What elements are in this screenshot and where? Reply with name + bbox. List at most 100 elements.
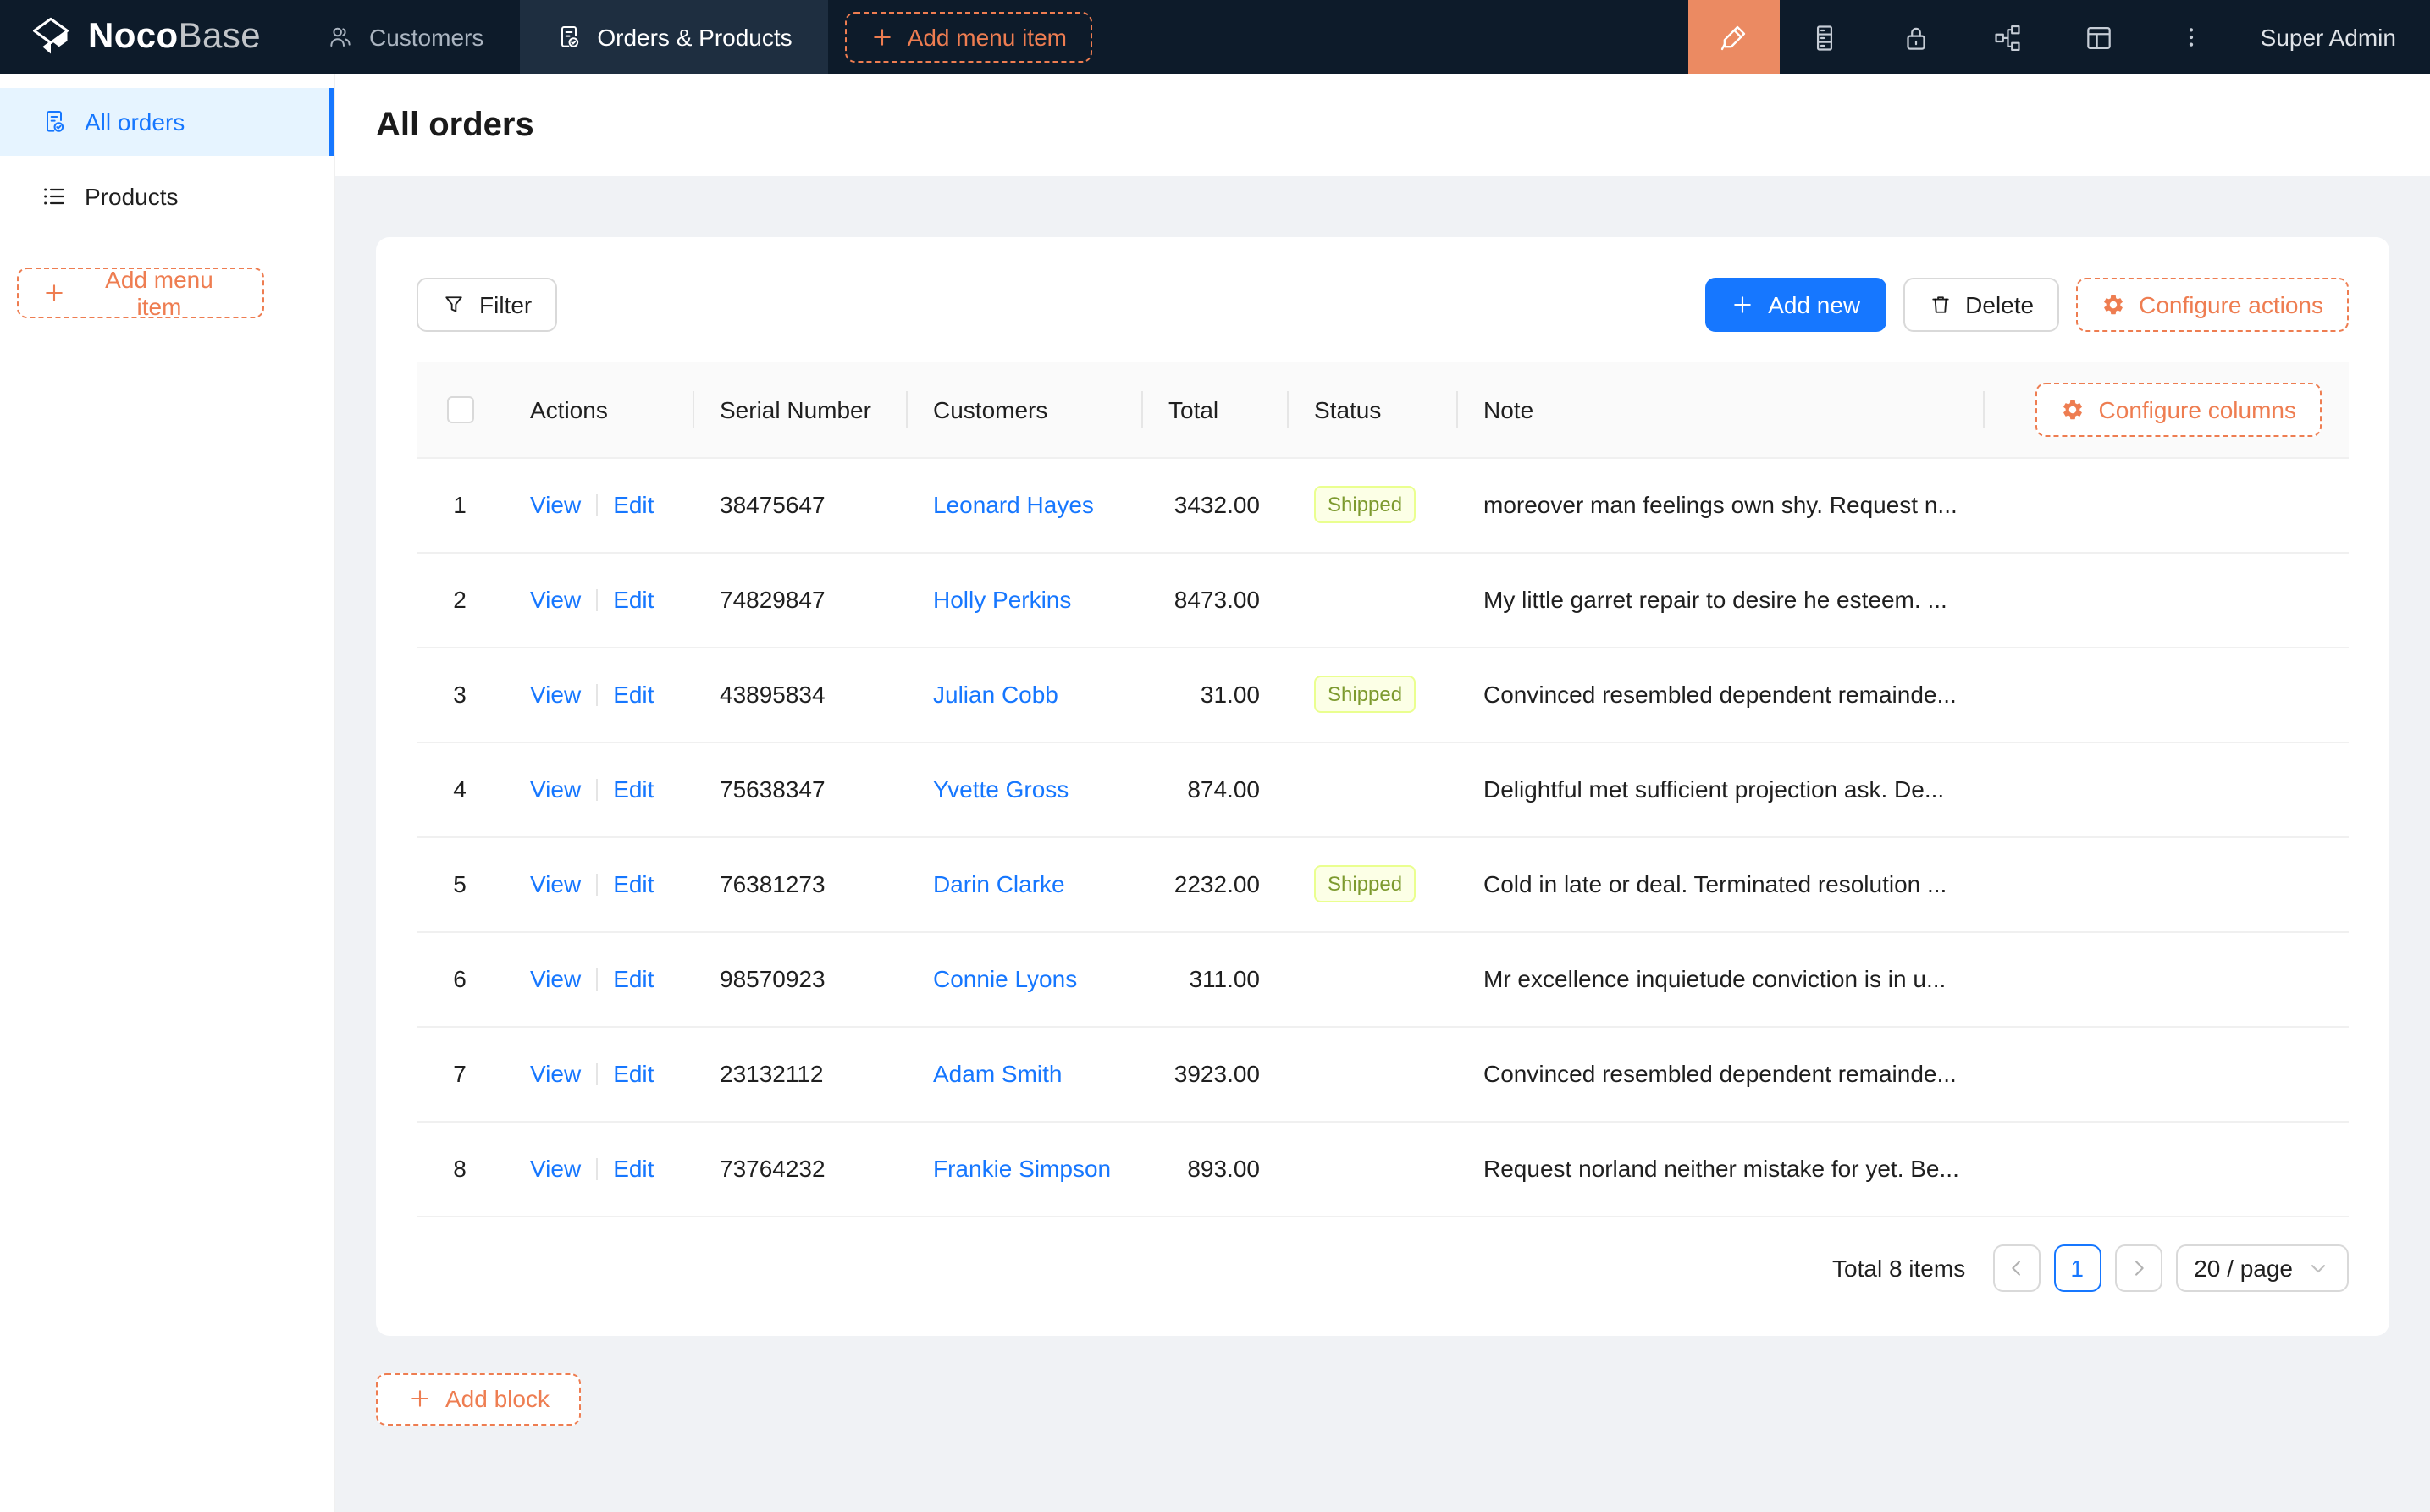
note-cell: Cold in late or deal. Terminated resolut… xyxy=(1456,836,1983,931)
view-link[interactable]: View xyxy=(530,1060,581,1087)
server-rack-icon xyxy=(1809,21,1842,53)
table-row: 6 ViewEdit 98570923 Connie Lyons 311.00 … xyxy=(417,931,2349,1026)
gear-icon xyxy=(2101,293,2125,317)
column-header-note: Note xyxy=(1456,362,1983,457)
gear-icon xyxy=(2062,398,2085,422)
delete-button[interactable]: Delete xyxy=(1903,278,2059,332)
configure-columns-button[interactable]: Configure columns xyxy=(2036,383,2322,437)
edit-link[interactable]: Edit xyxy=(613,586,654,613)
pagination-next-button[interactable] xyxy=(2114,1244,2162,1291)
nav-spacer xyxy=(1092,0,1688,74)
plugin-manager-button[interactable] xyxy=(1780,0,1871,74)
customer-cell: Holly Perkins xyxy=(906,552,1141,647)
nav-right-actions: Super Admin xyxy=(1688,0,2430,74)
edit-link[interactable]: Edit xyxy=(613,775,654,803)
row-index: 2 xyxy=(453,586,467,613)
view-link[interactable]: View xyxy=(530,870,581,897)
view-link[interactable]: View xyxy=(530,491,581,518)
customer-cell: Adam Smith xyxy=(906,1026,1141,1121)
edit-link[interactable]: Edit xyxy=(613,965,654,992)
customer-link[interactable]: Leonard Hayes xyxy=(933,491,1094,518)
actions-cell: View Edit xyxy=(503,457,693,552)
customer-link[interactable]: Frankie Simpson xyxy=(933,1155,1111,1182)
empty-cell xyxy=(1983,1121,2349,1216)
action-divider xyxy=(596,1158,598,1180)
row-index-cell[interactable]: 1 xyxy=(417,457,503,552)
designer-toggle-button[interactable] xyxy=(1688,0,1780,74)
select-all-checkbox[interactable] xyxy=(446,396,473,423)
api-doc-button[interactable] xyxy=(1963,0,2054,74)
page-size-select[interactable]: 20 / page xyxy=(2175,1244,2349,1291)
actions-cell: View Edit xyxy=(503,742,693,836)
row-index-cell[interactable]: 6 xyxy=(417,931,503,1026)
layout-toggle-button[interactable] xyxy=(2054,0,2146,74)
customer-link[interactable]: Holly Perkins xyxy=(933,586,1071,613)
nav-add-menu-item-label: Add menu item xyxy=(908,24,1067,51)
page-title: All orders xyxy=(376,106,534,145)
note-cell: Convinced resembled dependent remainde..… xyxy=(1456,1026,1983,1121)
sidebar-item-all-orders[interactable]: All orders xyxy=(0,88,334,156)
add-new-button[interactable]: Add new xyxy=(1705,278,1886,332)
nav-tab-orders-products[interactable]: Orders & Products xyxy=(519,0,827,74)
empty-cell xyxy=(1983,552,2349,647)
action-divider xyxy=(596,589,598,611)
customer-link[interactable]: Connie Lyons xyxy=(933,965,1077,992)
customer-link[interactable]: Adam Smith xyxy=(933,1060,1063,1087)
actions-cell: View Edit xyxy=(503,836,693,931)
row-index-cell[interactable]: 2 xyxy=(417,552,503,647)
sidebar-add-menu-item-button[interactable]: Add menu item xyxy=(17,268,264,318)
row-index-cell[interactable]: 4 xyxy=(417,742,503,836)
user-icon xyxy=(327,24,354,51)
edit-link[interactable]: Edit xyxy=(613,1060,654,1087)
view-link[interactable]: View xyxy=(530,775,581,803)
table-row: 8 ViewEdit 73764232 Frankie Simpson 893.… xyxy=(417,1121,2349,1216)
more-menu-button[interactable] xyxy=(2146,0,2237,74)
table-row: 1 ViewEdit 38475647 Leonard Hayes 3432.0… xyxy=(417,457,2349,552)
customer-link[interactable]: Julian Cobb xyxy=(933,681,1058,708)
row-index-cell[interactable]: 7 xyxy=(417,1026,503,1121)
row-index-cell[interactable]: 3 xyxy=(417,647,503,742)
pagination-prev-button[interactable] xyxy=(1992,1244,2040,1291)
sidebar-item-products[interactable]: Products xyxy=(0,163,334,230)
edit-link[interactable]: Edit xyxy=(613,681,654,708)
serial-number-cell: 74829847 xyxy=(693,552,906,647)
customer-link[interactable]: Yvette Gross xyxy=(933,775,1069,803)
view-link[interactable]: View xyxy=(530,965,581,992)
filter-button[interactable]: Filter xyxy=(417,278,557,332)
view-link[interactable]: View xyxy=(530,681,581,708)
row-index: 7 xyxy=(453,1060,467,1087)
customer-cell: Frankie Simpson xyxy=(906,1121,1141,1216)
empty-cell xyxy=(1983,836,2349,931)
pagination-page-1[interactable]: 1 xyxy=(2053,1244,2101,1291)
column-header-actions: Actions xyxy=(503,362,693,457)
nav-add-menu-item-button[interactable]: Add menu item xyxy=(845,12,1092,63)
view-link[interactable]: View xyxy=(530,586,581,613)
row-index-cell[interactable]: 5 xyxy=(417,836,503,931)
row-index: 8 xyxy=(453,1155,467,1182)
configure-actions-button[interactable]: Configure actions xyxy=(2076,278,2349,332)
view-link[interactable]: View xyxy=(530,1155,581,1182)
empty-cell xyxy=(1983,1026,2349,1121)
nav-tab-customers[interactable]: Customers xyxy=(291,0,519,74)
edit-link[interactable]: Edit xyxy=(613,870,654,897)
chevron-down-icon xyxy=(2306,1255,2330,1279)
action-divider xyxy=(596,684,598,706)
toolbar-right: Add new Delete Conf xyxy=(1705,278,2349,332)
customer-link[interactable]: Darin Clarke xyxy=(933,870,1065,897)
edit-link[interactable]: Edit xyxy=(613,1155,654,1182)
nocobase-logo[interactable]: NocoBase xyxy=(0,0,291,74)
unordered-list-icon xyxy=(41,183,68,210)
user-menu[interactable]: Super Admin xyxy=(2237,0,2430,74)
edit-link[interactable]: Edit xyxy=(613,491,654,518)
action-divider xyxy=(596,968,598,991)
file-done-icon xyxy=(41,108,68,135)
column-header-total: Total xyxy=(1141,362,1287,457)
column-header-serial-number: Serial Number xyxy=(693,362,906,457)
row-index-cell[interactable]: 8 xyxy=(417,1121,503,1216)
customer-cell: Connie Lyons xyxy=(906,931,1141,1026)
plus-icon xyxy=(1731,293,1754,317)
row-index: 1 xyxy=(453,491,467,518)
add-block-button[interactable]: Add block xyxy=(376,1372,582,1425)
empty-cell xyxy=(1983,931,2349,1026)
access-control-button[interactable] xyxy=(1871,0,1963,74)
